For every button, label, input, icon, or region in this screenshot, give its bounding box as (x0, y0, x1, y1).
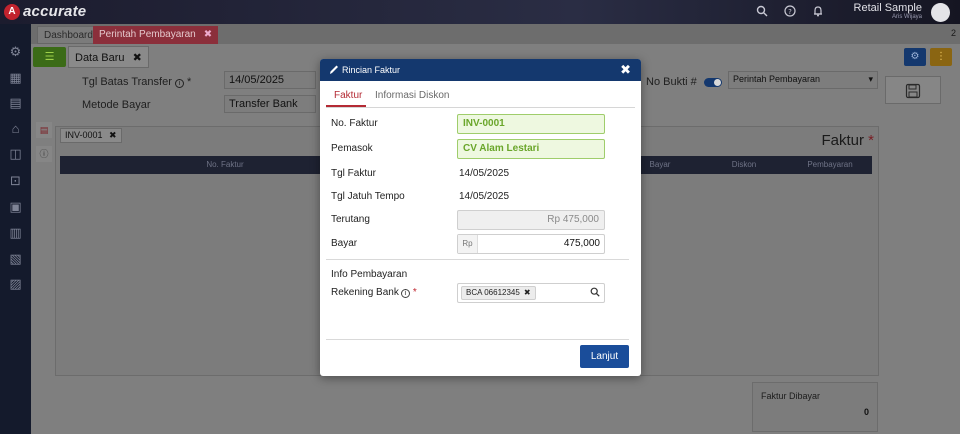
close-icon[interactable]: ✖ (204, 29, 212, 40)
tab-label: Perintah Pembayaran (99, 29, 196, 40)
bell-icon[interactable] (811, 5, 825, 19)
modal-header: Rincian Faktur ✖ (320, 59, 641, 81)
rekening-bank-label: Rekening Bank i * (331, 287, 417, 298)
report-icon[interactable]: ▨ (7, 275, 24, 292)
rincian-faktur-modal: Rincian Faktur ✖ Faktur Informasi Diskon… (320, 59, 641, 376)
required-star: * (863, 132, 874, 149)
bayar-value: 475,000 (563, 238, 600, 249)
close-icon[interactable]: ✖ (133, 52, 142, 64)
save-button[interactable] (885, 76, 941, 104)
metode-bayar-select[interactable]: Transfer Bank (224, 95, 316, 113)
sidebar: ⚙ ▦ ▤ ⌂ ◫ ⊡ ▣ ▥ ▧ ▨ (0, 24, 31, 434)
document-tab-icon[interactable]: ▤ (36, 122, 52, 138)
building-icon[interactable]: ▦ (7, 69, 24, 86)
summary-label: Faktur Dibayar (761, 391, 821, 401)
document-icon[interactable]: ▧ (7, 250, 24, 267)
delivery-icon[interactable]: ▣ (7, 198, 24, 215)
column-diskon[interactable]: Diskon (702, 156, 786, 174)
save-icon (905, 83, 921, 99)
tgl-faktur-label: Tgl Faktur (331, 168, 377, 179)
tab-perintah-pembayaran[interactable]: Perintah Pembayaran ✖ (93, 26, 219, 44)
user-name[interactable]: Retail Sample (854, 2, 922, 14)
required-star: * (412, 287, 417, 298)
summary-box: Faktur Dibayar 0 (752, 382, 878, 432)
invoice-chip[interactable]: INV-0001 ✖ (60, 128, 122, 143)
footer-divider (326, 339, 629, 340)
tab-bar: Dashboard Perintah Pembayaran ✖ 2 (31, 24, 960, 44)
user-subtitle: Aris Wijaya (891, 14, 922, 20)
label-text: Tgl Batas Transfer (82, 76, 172, 88)
search-icon[interactable] (755, 5, 769, 19)
tgl-faktur-value: 14/05/2025 (459, 168, 510, 179)
bag-icon[interactable]: ◫ (7, 145, 24, 162)
section-divider (326, 259, 629, 260)
help-icon[interactable]: ? (783, 5, 797, 19)
svg-text:?: ? (788, 8, 792, 16)
rekening-bank-select[interactable]: BCA 06612345 ✖ (457, 283, 605, 303)
tab-informasi-diskon[interactable]: Informasi Diskon (375, 90, 449, 101)
required-star: * (187, 76, 192, 88)
list-button[interactable]: ☰ (33, 47, 66, 67)
terutang-field: Rp 475,000 (457, 210, 605, 230)
tgl-jatuh-tempo-label: Tgl Jatuh Tempo (331, 191, 405, 202)
more-button[interactable]: ⋮ (930, 48, 952, 66)
currency-prefix: Rp (458, 235, 478, 253)
tab-data-baru[interactable]: Data Baru ✖ (68, 46, 149, 68)
avatar[interactable] (931, 3, 950, 22)
close-icon[interactable]: ✖ (524, 288, 531, 297)
no-bukti-label: No Bukti # (646, 76, 697, 88)
chevron-down-icon: ▾ (868, 74, 873, 84)
tgl-batas-label: Tgl Batas Transfer i * (82, 76, 191, 88)
chart-icon[interactable]: ▥ (7, 224, 24, 241)
label-text: No Bukti # (646, 76, 697, 88)
info-pembayaran-label: Info Pembayaran (331, 269, 408, 280)
app-logo[interactable]: A accurate (4, 3, 86, 20)
metode-bayar-label: Metode Bayar (82, 99, 151, 111)
lanjut-button[interactable]: Lanjut (580, 345, 629, 368)
tgl-jatuh-tempo-value: 14/05/2025 (459, 191, 510, 202)
column-pembayaran[interactable]: Pembayaran (788, 156, 872, 174)
tab-label: Data Baru (75, 52, 125, 64)
label-text: Rekening Bank (331, 287, 399, 298)
no-faktur-field[interactable]: INV-0001 (457, 114, 605, 134)
logo-mark: A (4, 3, 20, 20)
tab-count[interactable]: 2 (951, 28, 956, 38)
top-bar: A accurate ? Retail Sample Aris Wijaya (0, 0, 960, 24)
faktur-title: Faktur * (821, 132, 874, 149)
bank-chip: BCA 06612345 ✖ (461, 286, 536, 300)
bayar-label: Bayar (331, 238, 358, 249)
bayar-input[interactable]: Rp 475,000 (457, 234, 605, 254)
info-icon[interactable]: i (174, 79, 184, 88)
bank-icon[interactable]: ⌂ (7, 120, 24, 137)
tab-dashboard[interactable]: Dashboard (37, 26, 100, 44)
settings-icon[interactable]: ⚙ (7, 43, 24, 60)
chip-label: INV-0001 (65, 130, 103, 140)
close-icon[interactable]: ✖ (109, 130, 117, 140)
tgl-batas-input[interactable]: 14/05/2025 (224, 71, 316, 89)
no-faktur-label: No. Faktur (331, 118, 378, 129)
summary-value: 0 (863, 407, 869, 417)
info-tab-icon[interactable]: ⓘ (36, 146, 52, 162)
tab-faktur[interactable]: Faktur (334, 90, 362, 101)
logo-text: accurate (23, 3, 87, 20)
tab-divider (326, 107, 635, 108)
info-icon[interactable]: i (400, 289, 410, 298)
search-icon[interactable] (590, 286, 600, 304)
title-text: Faktur (821, 132, 864, 149)
terutang-label: Terutang (331, 214, 370, 225)
pencil-icon (329, 63, 339, 75)
pemasok-field[interactable]: CV Alam Lestari (457, 139, 605, 159)
book-icon[interactable]: ▤ (7, 94, 24, 111)
gear-icon[interactable]: ⚙ (904, 48, 926, 66)
select-value: Perintah Pembayaran (733, 74, 821, 84)
no-bukti-toggle[interactable] (704, 78, 722, 87)
close-icon[interactable]: ✖ (620, 62, 631, 78)
no-bukti-select[interactable]: Perintah Pembayaran ▾ (728, 71, 878, 89)
chip-label: BCA 06612345 (466, 288, 520, 297)
cart-icon[interactable]: ⊡ (7, 172, 24, 189)
modal-title: Rincian Faktur (342, 65, 401, 75)
pemasok-label: Pemasok (331, 143, 373, 154)
